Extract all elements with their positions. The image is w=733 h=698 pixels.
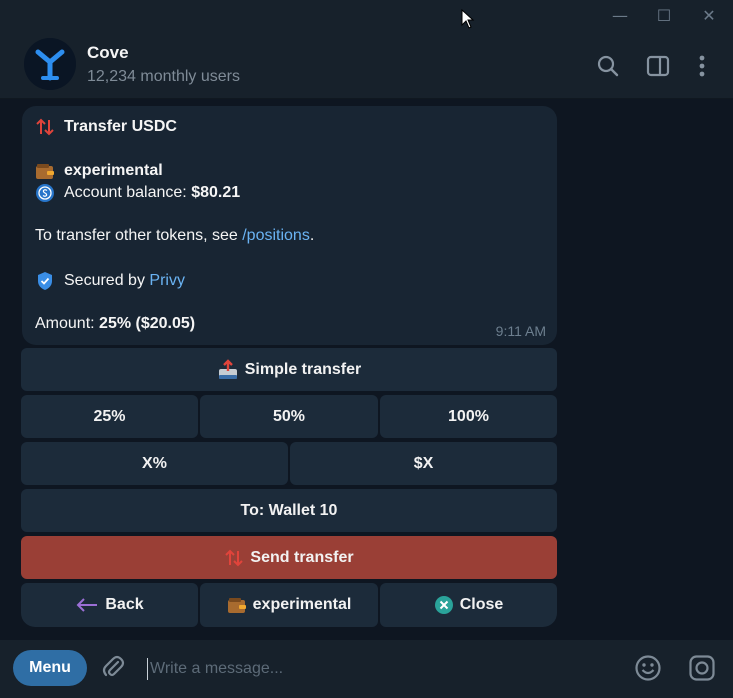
pct-50-button[interactable]: 50% xyxy=(200,395,378,438)
back-label: Back xyxy=(105,596,144,613)
amount-row: Amount: 25% ($20.05) xyxy=(35,315,195,333)
wallet-name: experimental xyxy=(64,162,163,179)
x-dollar-label: $X xyxy=(413,454,434,472)
secured-row: Secured by Privy xyxy=(35,271,185,291)
more-vertical-icon[interactable] xyxy=(689,53,715,79)
close-circle-icon xyxy=(434,596,453,614)
outbox-tray-icon xyxy=(218,358,237,379)
transfer-arrows-icon xyxy=(36,118,54,136)
close-label: Close xyxy=(459,596,504,613)
chat-area: Transfer USDC experimental Account balan… xyxy=(0,99,733,640)
minimize-button[interactable]: — xyxy=(607,6,633,26)
transfer-note-row: To transfer other tokens, see /positions… xyxy=(35,227,314,245)
message-heading-row: Transfer USDC xyxy=(35,117,177,137)
back-button[interactable]: Back xyxy=(21,583,198,627)
wallet-button-label: experimental xyxy=(252,596,352,613)
privy-link[interactable]: Privy xyxy=(149,272,185,290)
message-heading: Transfer USDC xyxy=(64,118,177,135)
to-wallet-label: To: Wallet 10 xyxy=(240,501,338,519)
attach-icon[interactable] xyxy=(100,654,128,682)
cove-logo-icon xyxy=(24,38,76,90)
close-window-button[interactable]: ✕ xyxy=(696,6,722,26)
chat-header: Cove 12,234 monthly users xyxy=(0,32,733,99)
back-arrow-icon xyxy=(76,598,98,612)
balance-label: Account balance: xyxy=(64,184,187,201)
secured-label: Secured by xyxy=(64,272,145,289)
wallet-icon xyxy=(36,164,54,179)
positions-link[interactable]: /positions xyxy=(242,227,310,245)
pct-25-label: 25% xyxy=(93,407,126,425)
transfer-note: To transfer other tokens, see xyxy=(35,227,238,244)
message-time: 9:11 AM xyxy=(495,323,546,339)
bot-message: Transfer USDC experimental Account balan… xyxy=(22,106,557,345)
close-button[interactable]: Close xyxy=(380,583,557,627)
x-dollar-button[interactable]: $X xyxy=(290,442,557,485)
wallet-button[interactable]: experimental xyxy=(200,583,378,627)
chat-subtitle: 12,234 monthly users xyxy=(87,68,240,85)
bot-menu-button[interactable]: Menu xyxy=(13,650,87,686)
maximize-button[interactable]: ☐ xyxy=(651,6,677,26)
simple-transfer-button[interactable]: Simple transfer xyxy=(21,348,557,391)
window-titlebar: — ☐ ✕ xyxy=(0,0,733,32)
pct-100-label: 100% xyxy=(448,407,489,425)
x-percent-button[interactable]: X% xyxy=(21,442,288,485)
note-period: . xyxy=(309,227,315,244)
message-input[interactable]: Write a message... xyxy=(147,658,610,680)
transfer-arrows-icon xyxy=(225,549,244,566)
pct-100-button[interactable]: 100% xyxy=(380,395,557,438)
balance-row: Account balance: $80.21 xyxy=(35,183,240,203)
mouse-cursor-icon xyxy=(461,9,475,29)
pct-25-button[interactable]: 25% xyxy=(21,395,198,438)
to-wallet-button[interactable]: To: Wallet 10 xyxy=(21,489,557,532)
amount-value: 25% ($20.05) xyxy=(99,315,196,332)
sidebar-toggle-icon[interactable] xyxy=(645,53,671,79)
balance-value: $80.21 xyxy=(191,184,241,201)
camera-icon[interactable] xyxy=(688,654,716,682)
wallet-icon xyxy=(227,598,246,613)
chat-title[interactable]: Cove xyxy=(87,43,129,63)
shield-icon xyxy=(38,272,52,290)
emoji-icon[interactable] xyxy=(634,654,662,682)
usdc-coin-icon xyxy=(36,184,54,202)
search-icon[interactable] xyxy=(595,53,621,79)
pct-50-label: 50% xyxy=(272,407,306,425)
message-composer: Menu Write a message... xyxy=(0,640,733,698)
amount-label: Amount: xyxy=(35,315,95,332)
avatar[interactable] xyxy=(24,38,76,90)
send-transfer-button[interactable]: Send transfer xyxy=(21,536,557,579)
menu-label: Menu xyxy=(29,659,71,676)
wallet-row: experimental xyxy=(35,161,163,181)
send-transfer-label: Send transfer xyxy=(250,548,354,566)
simple-transfer-label: Simple transfer xyxy=(244,360,362,378)
x-percent-label: X% xyxy=(142,454,167,472)
